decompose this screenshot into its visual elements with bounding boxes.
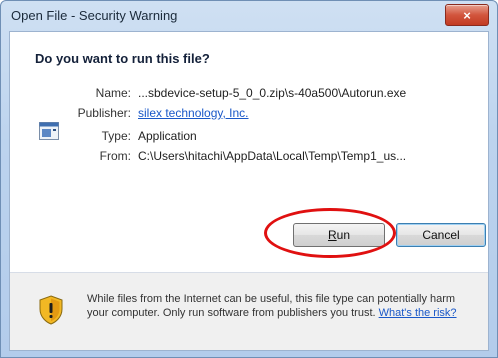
type-label: Type: <box>101 129 131 143</box>
warning-message: While files from the Internet can be use… <box>87 292 477 320</box>
window-title: Open File - Security Warning <box>11 8 178 23</box>
dialog-content: Do you want to run this file? Name: ...s… <box>9 31 489 351</box>
shield-warning-icon <box>39 295 63 325</box>
security-warning-dialog: Open File - Security Warning × Do you wa… <box>0 0 498 358</box>
close-icon: × <box>463 7 471 23</box>
name-label: Name: <box>95 86 131 100</box>
from-label: From: <box>99 149 131 163</box>
title-bar[interactable]: Open File - Security Warning × <box>1 1 497 31</box>
name-row: Name: ...sbdevice-setup-5_0_0.zip\s-40a5… <box>10 86 488 102</box>
type-value: Application <box>138 129 197 143</box>
name-value: ...sbdevice-setup-5_0_0.zip\s-40a500\Aut… <box>138 86 407 100</box>
from-row: From: C:\Users\hitachi\AppData\Local\Tem… <box>10 149 488 165</box>
whats-the-risk-link[interactable]: What's the risk? <box>379 307 457 319</box>
run-button[interactable]: Run <box>293 223 385 247</box>
cancel-button[interactable]: Cancel <box>396 223 486 247</box>
publisher-label: Publisher: <box>77 106 131 120</box>
publisher-link[interactable]: silex technology, Inc. <box>138 106 249 120</box>
warning-footer: While files from the Internet can be use… <box>10 273 488 350</box>
from-value: C:\Users\hitachi\AppData\Local\Temp\Temp… <box>138 149 407 163</box>
type-row: Type: Application <box>10 129 488 145</box>
dialog-heading: Do you want to run this file? <box>35 51 210 66</box>
close-button[interactable]: × <box>445 4 489 26</box>
publisher-row: Publisher: silex technology, Inc. <box>10 106 488 122</box>
